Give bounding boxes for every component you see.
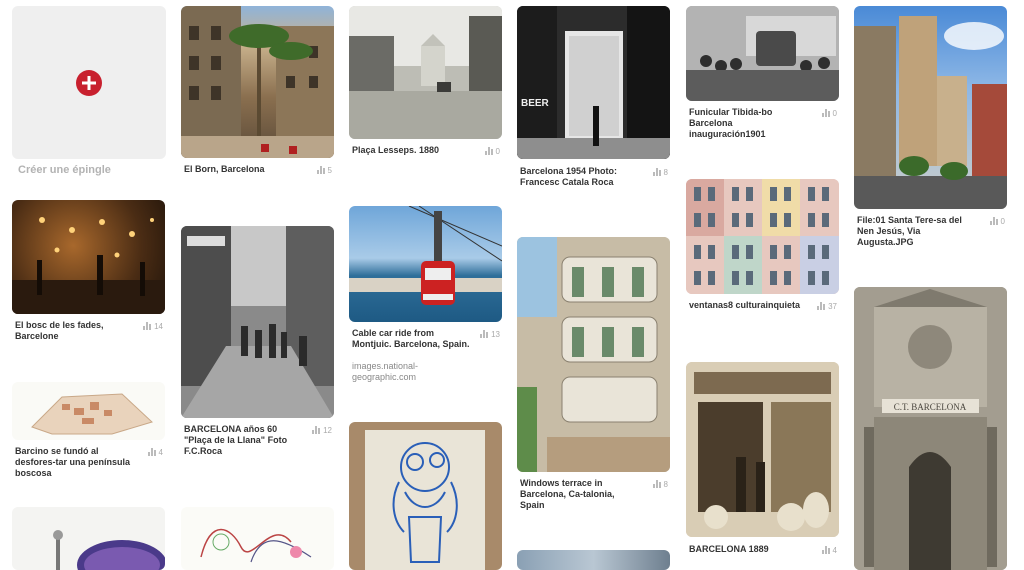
pin-card[interactable]: [349, 422, 502, 570]
repin-count: 8: [652, 480, 668, 489]
pin-card[interactable]: Plaça Lesseps. 1880 0: [349, 6, 502, 174]
pin-card[interactable]: Windows terrace in Barcelona, Ca-talonia…: [517, 237, 670, 517]
pin-image[interactable]: [181, 226, 334, 418]
pin-card[interactable]: [517, 550, 670, 570]
pin-title: ventanas8 culturainquieta: [689, 300, 801, 310]
add-icon: [76, 70, 102, 96]
stats-icon: [143, 322, 152, 330]
pin-title: Barcelona 1954 Photo: Francesc Catala Ro…: [520, 166, 618, 187]
pin-title: Funicular Tibida-bo Barcelona inauguraci…: [689, 107, 773, 139]
funicular-inauguration-photo: [686, 6, 839, 101]
pin-card[interactable]: El Born, Barcelona 5: [181, 6, 334, 186]
repin-count: 14: [143, 322, 163, 331]
repin-count: 8: [652, 168, 668, 177]
street-corner-photo: BEER: [517, 6, 670, 159]
pin-title: Windows terrace in Barcelona, Ca-talonia…: [520, 478, 615, 510]
pin-image[interactable]: [686, 362, 839, 537]
stats-icon: [821, 109, 830, 117]
pin-image[interactable]: [349, 206, 502, 322]
stats-icon: [312, 426, 321, 434]
pin-card[interactable]: Funicular Tibida-bo Barcelona inauguraci…: [686, 6, 839, 146]
pin-image[interactable]: [517, 237, 670, 472]
sketch-drawing: [200, 528, 312, 563]
repin-count: 5: [316, 166, 332, 175]
pin-image[interactable]: [349, 422, 502, 570]
create-pin-tile[interactable]: [12, 6, 166, 159]
plaza-historic-photo: [349, 6, 502, 139]
pin-source[interactable]: images.national-geographic.com: [352, 361, 470, 383]
pin-image[interactable]: [12, 507, 165, 570]
facade-sign: C.T. BARCELONA: [894, 402, 967, 412]
stats-icon: [989, 217, 998, 225]
pin-card[interactable]: ventanas8 culturainquieta 37: [686, 179, 839, 327]
pin-title: El bosc de les fades, Barcelone: [15, 320, 104, 341]
pin-image[interactable]: [686, 179, 839, 294]
pin-title: El Born, Barcelona: [184, 164, 265, 174]
repin-count: 4: [821, 546, 837, 555]
pin-card[interactable]: BARCELONA años 60 "Plaça de la Llana" Fo…: [181, 226, 334, 456]
pin-image[interactable]: BEER: [517, 6, 670, 159]
pin-card[interactable]: BARCELONA 1889 4: [686, 362, 839, 570]
pin-card[interactable]: BEER Barcelona 1954 Photo: Francesc Cata…: [517, 6, 670, 206]
repin-count: 12: [312, 426, 332, 435]
stats-icon: [652, 168, 661, 176]
create-pin-label[interactable]: Créer une épingle: [18, 164, 111, 176]
pin-card[interactable]: C.T. BARCELONA: [854, 287, 1007, 570]
pin-card[interactable]: [12, 507, 165, 570]
stats-icon: [316, 166, 325, 174]
church-avenue-photo: [854, 16, 1007, 209]
mosaic-dome-photo: [53, 530, 165, 570]
repin-count: 0: [484, 147, 500, 156]
pin-card[interactable]: Barcino se fundó al desfores-tar una pen…: [12, 382, 165, 478]
pin-image[interactable]: C.T. BARCELONA: [854, 287, 1007, 570]
stats-icon: [484, 147, 493, 155]
repin-count: 4: [147, 448, 163, 457]
street-crowd-photo: [181, 226, 334, 418]
pin-image[interactable]: [686, 6, 839, 101]
pin-image[interactable]: [12, 200, 165, 314]
repin-count: 0: [821, 109, 837, 118]
pin-title: Barcino se fundó al desfores-tar una pen…: [15, 446, 131, 478]
pin-image[interactable]: [181, 6, 334, 158]
pin-card[interactable]: [181, 507, 334, 570]
pin-title: Cable car ride from Montjuic. Barcelona,…: [352, 328, 470, 349]
repin-count: 37: [817, 302, 837, 311]
pin-title: BARCELONA años 60 "Plaça de la Llana" Fo…: [184, 424, 288, 456]
modernist-balcony-photo: [517, 237, 670, 472]
cable-car-photo: [349, 206, 502, 305]
pin-image[interactable]: [12, 382, 165, 440]
tile-art-photo: [365, 430, 485, 570]
pin-card[interactable]: File:01 Santa Tere-sa del Nen Jesús, Via…: [854, 6, 1007, 256]
roman-city-illustration: [31, 393, 153, 435]
pin-image[interactable]: [181, 507, 334, 570]
stats-icon: [821, 546, 830, 554]
beer-sign: BEER: [521, 98, 550, 109]
repin-count: 13: [480, 330, 500, 339]
stats-icon: [480, 330, 489, 338]
pin-card[interactable]: El bosc de les fades, Barcelone 14: [12, 200, 165, 341]
stats-icon: [147, 448, 156, 456]
night-lights-photo: [12, 217, 165, 314]
pin-title: Plaça Lesseps. 1880: [352, 145, 440, 155]
street-palm-photo: [181, 6, 334, 158]
pin-image[interactable]: [517, 550, 670, 570]
pin-image[interactable]: [349, 6, 502, 139]
pin-image[interactable]: [854, 6, 1007, 209]
stats-icon: [817, 302, 826, 310]
stats-icon: [652, 480, 661, 488]
pin-card[interactable]: Cable car ride from Montjuic. Barcelona,…: [349, 206, 502, 386]
ornate-facade-photo: C.T. BARCELONA: [854, 287, 1007, 570]
pin-title: BARCELONA 1889: [689, 544, 769, 554]
old-shopfront-photo: [686, 362, 839, 537]
colorful-windows-collage: [686, 179, 839, 294]
repin-count: 0: [989, 217, 1005, 226]
pin-title: File:01 Santa Tere-sa del Nen Jesús, Via…: [857, 215, 962, 247]
